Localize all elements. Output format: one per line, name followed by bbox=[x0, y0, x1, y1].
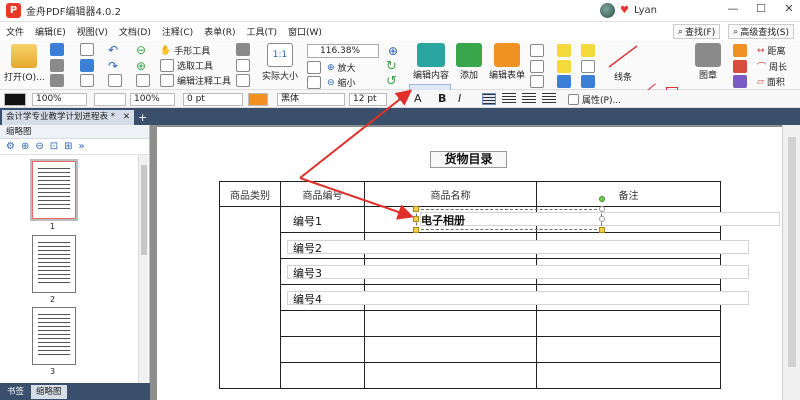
arrow-to-edit-content bbox=[299, 89, 413, 179]
tutorial-arrows bbox=[299, 89, 414, 220]
arrow-to-edited-text bbox=[299, 177, 414, 220]
